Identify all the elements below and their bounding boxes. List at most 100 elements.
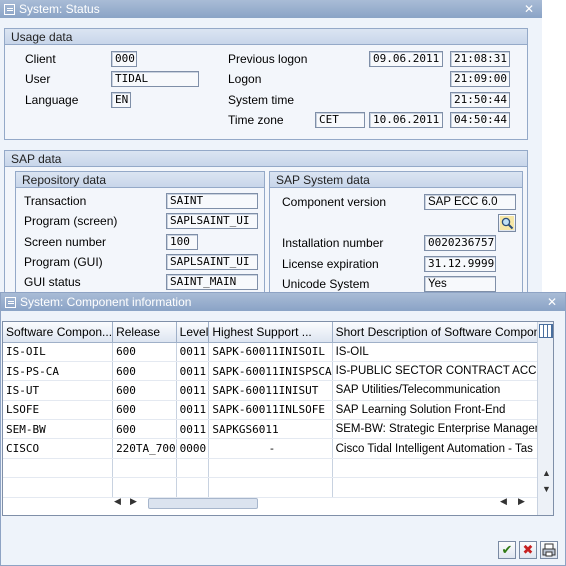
table-cell: 600 bbox=[112, 361, 177, 382]
table-cell: SAPK-60011INLSOFE bbox=[208, 400, 333, 421]
component-window-title: System: Component information bbox=[20, 295, 192, 309]
table-header-row: Software Compon... Release Level Highest… bbox=[3, 322, 553, 343]
confirm-button[interactable]: ✔ bbox=[498, 541, 516, 559]
table-cell: 0011 bbox=[176, 342, 210, 362]
cancel-icon: ✖ bbox=[522, 542, 534, 557]
component-details-button[interactable] bbox=[498, 214, 516, 232]
component-version-label: Component version bbox=[282, 195, 387, 209]
table-cell: SAPK-60011INISUT bbox=[208, 380, 333, 401]
column-header[interactable]: Level bbox=[176, 322, 210, 343]
previous-logon-time-field: 21:08:31 bbox=[450, 51, 510, 67]
scroll-left-icon[interactable]: ◀ bbox=[500, 496, 507, 507]
table-row[interactable]: CISCO 220TA_700 0000 - Cisco Tidal Intel… bbox=[3, 438, 553, 459]
gui-status-field: SAINT_MAIN bbox=[166, 274, 258, 290]
scroll-up-icon[interactable]: ▲ bbox=[542, 468, 551, 478]
table-row[interactable]: LSOFE 600 0011 SAPK-60011INLSOFE SAP Lea… bbox=[3, 400, 553, 421]
previous-logon-label: Previous logon bbox=[228, 52, 308, 66]
window-menu-icon[interactable] bbox=[4, 3, 15, 15]
close-icon[interactable]: ✕ bbox=[524, 0, 534, 18]
window-menu-icon[interactable] bbox=[5, 296, 16, 308]
table-cell: Cisco Tidal Intelligent Automation - Tas bbox=[332, 438, 553, 459]
user-label: User bbox=[25, 72, 51, 86]
column-header[interactable]: Software Compon... bbox=[3, 322, 114, 343]
user-field: TIDAL bbox=[111, 71, 199, 87]
close-icon[interactable]: ✕ bbox=[547, 293, 557, 311]
time-zone-date-field: 10.06.2011 bbox=[369, 112, 443, 128]
table-cell: SEM-BW: Strategic Enterprise Management bbox=[332, 419, 553, 440]
logon-time-field: 21:09:00 bbox=[450, 71, 510, 87]
table-cell: IS-UT bbox=[3, 380, 114, 401]
table-cell: 0000 bbox=[176, 438, 210, 459]
table-cell: SAP Utilities/Telecommunication bbox=[332, 380, 553, 401]
unicode-system-label: Unicode System bbox=[282, 277, 370, 291]
license-expiration-field: 31.12.9999 bbox=[424, 256, 496, 272]
column-header[interactable]: Release bbox=[112, 322, 177, 343]
repository-data-header: Repository data bbox=[16, 172, 264, 188]
table-cell: 600 bbox=[112, 380, 177, 401]
table-cell: 600 bbox=[112, 342, 177, 362]
scroll-down-icon[interactable]: ▼ bbox=[542, 484, 551, 494]
usage-data-group: Usage data Client 000 User TIDAL Languag… bbox=[4, 28, 528, 140]
program-gui-label: Program (GUI) bbox=[24, 255, 103, 269]
system-time-label: System time bbox=[228, 93, 295, 107]
repository-data-group: Repository data Transaction SAINT Progra… bbox=[15, 171, 265, 296]
scroll-thumb[interactable] bbox=[148, 498, 258, 509]
table-cell: SAP Learning Solution Front-End bbox=[332, 400, 553, 421]
component-titlebar: System: Component information ✕ bbox=[1, 293, 565, 311]
time-zone-time-field: 04:50:44 bbox=[450, 112, 510, 128]
table-cell: IS-PS-CA bbox=[3, 361, 114, 382]
table-cell: IS-OIL bbox=[332, 342, 553, 362]
print-button[interactable] bbox=[540, 541, 558, 559]
printer-icon bbox=[542, 543, 556, 557]
license-expiration-label: License expiration bbox=[282, 257, 379, 271]
sap-system-data-header: SAP System data bbox=[270, 172, 522, 188]
cancel-button[interactable]: ✖ bbox=[519, 541, 537, 559]
component-table[interactable]: Software Compon... Release Level Highest… bbox=[2, 321, 554, 516]
table-cell: 0011 bbox=[176, 400, 210, 421]
installation-number-field: 0020236757 bbox=[424, 235, 496, 251]
column-header[interactable]: Short Description of Software Compon bbox=[332, 322, 553, 343]
transaction-label: Transaction bbox=[24, 194, 87, 208]
program-screen-label: Program (screen) bbox=[24, 214, 118, 228]
time-zone-label: Time zone bbox=[228, 113, 284, 127]
table-row bbox=[3, 458, 553, 479]
vertical-scrollbar[interactable]: ▲ ▼ bbox=[537, 322, 553, 515]
table-cell: 600 bbox=[112, 400, 177, 421]
checkmark-icon: ✔ bbox=[501, 542, 513, 557]
scroll-right-icon[interactable]: ▶ bbox=[130, 496, 137, 507]
table-cell: - bbox=[208, 438, 333, 459]
table-cell: 0011 bbox=[176, 380, 210, 401]
table-cell: SAPK-60011INISPSCA bbox=[208, 361, 333, 382]
program-screen-field: SAPLSAINT_UI bbox=[166, 213, 258, 229]
usage-data-header: Usage data bbox=[5, 29, 527, 45]
client-field: 000 bbox=[111, 51, 137, 67]
table-cell: SEM-BW bbox=[3, 419, 114, 440]
table-cell: 0011 bbox=[176, 419, 210, 440]
component-version-field: SAP ECC 6.0 bbox=[424, 194, 516, 210]
status-window: System: Status ✕ Usage data Client 000 U… bbox=[0, 0, 542, 296]
program-gui-field: SAPLSAINT_UI bbox=[166, 254, 258, 270]
table-row[interactable]: SEM-BW 600 0011 SAPKGS6011 SEM-BW: Strat… bbox=[3, 419, 553, 440]
table-row[interactable]: IS-PS-CA 600 0011 SAPK-60011INISPSCA IS-… bbox=[3, 361, 553, 382]
table-row[interactable]: IS-OIL 600 0011 SAPK-60011INISOIL IS-OIL bbox=[3, 342, 553, 362]
table-cell: IS-OIL bbox=[3, 342, 114, 362]
column-header[interactable]: Highest Support ... bbox=[208, 322, 333, 343]
table-row[interactable]: IS-UT 600 0011 SAPK-60011INISUT SAP Util… bbox=[3, 380, 553, 401]
sap-data-group: SAP data Repository data Transaction SAI… bbox=[4, 150, 528, 296]
system-time-field: 21:50:44 bbox=[450, 92, 510, 108]
screen-number-label: Screen number bbox=[24, 235, 107, 249]
unicode-system-field: Yes bbox=[424, 276, 496, 292]
table-cell: SAPKGS6011 bbox=[208, 419, 333, 440]
logon-label: Logon bbox=[228, 72, 262, 86]
installation-number-label: Installation number bbox=[282, 236, 384, 250]
table-cell: 600 bbox=[112, 419, 177, 440]
column-settings-icon[interactable] bbox=[539, 324, 553, 338]
component-grid: Software Compon... Release Level Highest… bbox=[3, 322, 553, 498]
horizontal-scrollbar[interactable]: ◀ ▶ ◀ ▶ bbox=[108, 495, 554, 512]
scroll-left-icon[interactable]: ◀ bbox=[114, 496, 121, 507]
time-zone-field: CET bbox=[315, 112, 365, 128]
screen-number-field: 100 bbox=[166, 234, 198, 250]
scroll-right-icon[interactable]: ▶ bbox=[518, 496, 525, 507]
table-cell: 0011 bbox=[176, 361, 210, 382]
language-field: EN bbox=[111, 92, 131, 108]
